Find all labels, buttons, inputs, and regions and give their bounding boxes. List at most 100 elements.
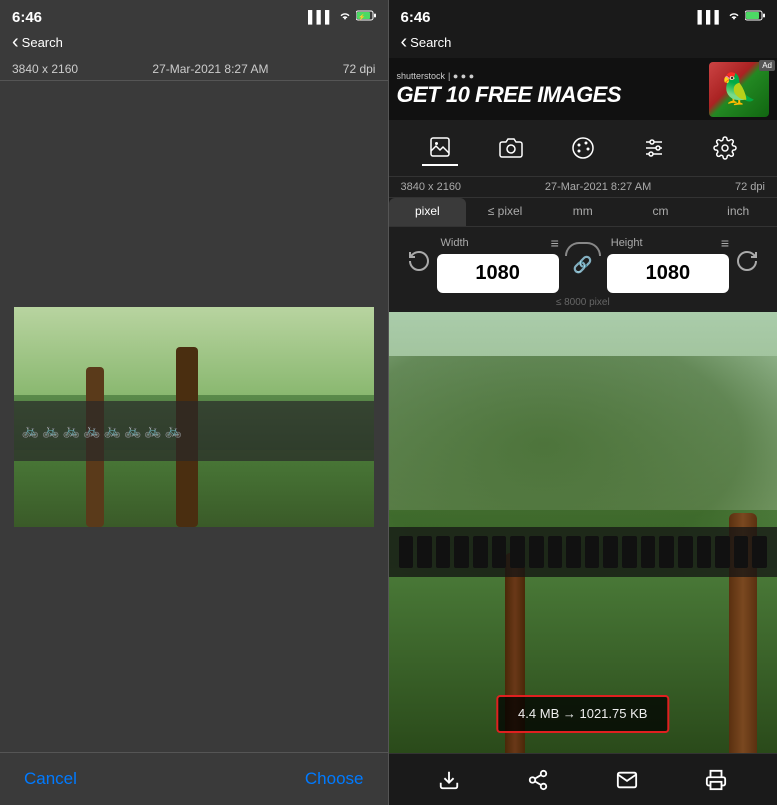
cancel-button[interactable]: Cancel — [24, 769, 77, 789]
ad-badge: Ad — [759, 60, 775, 71]
sliders-tool-button[interactable] — [636, 130, 672, 166]
tab-inch[interactable]: inch — [699, 198, 777, 226]
right-wifi-icon — [727, 10, 741, 24]
right-back-label: Search — [410, 35, 451, 50]
ad-headline-post: IMAGES — [532, 82, 621, 107]
left-image-area: 🚲 🚲 🚲 🚲 🚲 🚲 🚲 🚲 — [0, 81, 388, 752]
fence-item-5 — [473, 536, 488, 568]
signal-icon: ▌▌▌ — [308, 10, 334, 24]
max-pixel-label: ≤ 8000 pixel — [405, 297, 762, 308]
download-button[interactable] — [438, 769, 460, 791]
bike2: 🚲 — [42, 422, 59, 439]
fence-item-16 — [678, 536, 693, 568]
right-date: 27-Mar-2021 8:27 AM — [545, 181, 651, 193]
ad-text: shutterstock | ● ● ● GET 10 FREE IMAGES — [397, 71, 710, 107]
tab-mm[interactable]: mm — [544, 198, 622, 226]
size-arrow: → — [563, 706, 580, 721]
left-resolution: 3840 x 2160 — [12, 62, 78, 76]
right-metadata-bar: 3840 x 2160 27-Mar-2021 8:27 AM 72 dpi — [389, 177, 777, 198]
palette-tool-button[interactable] — [565, 130, 601, 166]
ad-brand-name: shutterstock — [397, 71, 446, 81]
right-back-button[interactable]: Search — [401, 32, 452, 52]
tab-pixel[interactable]: pixel — [389, 198, 467, 226]
height-input[interactable] — [607, 254, 729, 293]
fence-item-12 — [603, 536, 618, 568]
left-status-icons: ▌▌▌ ⚡ — [308, 10, 376, 24]
choose-button[interactable]: Choose — [305, 769, 364, 789]
bike3: 🚲 — [63, 422, 80, 439]
right-time: 6:46 — [401, 9, 431, 26]
email-button[interactable] — [616, 769, 638, 791]
left-time: 6:46 — [12, 9, 42, 26]
camera-tool-button[interactable] — [493, 130, 529, 166]
battery-icon: ⚡ — [356, 10, 376, 24]
bottom-actions-bar — [389, 753, 777, 805]
fence-item-14 — [641, 536, 656, 568]
right-nav-bar: Search — [389, 30, 777, 58]
fence-item-10 — [566, 536, 581, 568]
original-size: 4.4 MB — [518, 706, 559, 721]
right-dpi: 72 dpi — [735, 181, 765, 193]
tab-le-pixel[interactable]: ≤ pixel — [466, 198, 544, 226]
width-input[interactable] — [437, 254, 559, 293]
left-metadata-bar: 3840 x 2160 27-Mar-2021 8:27 AM 72 dpi — [0, 58, 388, 81]
left-panel: 6:46 ▌▌▌ ⚡ Search 3840 x 2 — [0, 0, 388, 805]
fence-item-9 — [548, 536, 563, 568]
scene-left: 🚲 🚲 🚲 🚲 🚲 🚲 🚲 🚲 — [14, 307, 374, 527]
right-status-bar: 6:46 ▌▌▌ — [389, 0, 777, 30]
ad-headline: GET 10 FREE IMAGES — [397, 83, 710, 107]
file-size-text: 4.4 MB → 1021.75 KB — [518, 706, 647, 721]
fence-item-7 — [510, 536, 525, 568]
right-battery-icon — [745, 10, 765, 24]
compressed-size: 1021.75 KB — [579, 706, 647, 721]
left-nav-bar: Search — [0, 30, 388, 58]
fence-item-1 — [399, 536, 414, 568]
fence-left: 🚲 🚲 🚲 🚲 🚲 🚲 🚲 🚲 — [14, 401, 374, 461]
print-button[interactable] — [705, 769, 727, 791]
fence-item-18 — [715, 536, 730, 568]
left-status-bar: 6:46 ▌▌▌ ⚡ — [0, 0, 388, 30]
ad-headline-pre: GET — [397, 82, 446, 107]
link-connector: 🔗 — [563, 242, 603, 275]
bike6: 🚲 — [124, 422, 141, 439]
fence-item-15 — [659, 536, 674, 568]
resize-controls: Width ≡ 🔗 Height ≡ — [389, 227, 777, 312]
scene-right — [389, 312, 777, 753]
settings-tool-button[interactable] — [707, 130, 743, 166]
ad-banner[interactable]: shutterstock | ● ● ● GET 10 FREE IMAGES … — [389, 58, 777, 120]
rotate-left-button[interactable] — [405, 249, 433, 279]
right-resolution: 3840 x 2160 — [401, 181, 462, 193]
image-tool-button[interactable] — [422, 130, 458, 166]
right-image-preview: 4.4 MB → 1021.75 KB — [389, 312, 777, 753]
svg-text:⚡: ⚡ — [358, 13, 365, 21]
left-bottom-bar: Cancel Choose — [0, 752, 388, 805]
bike5: 🚲 — [104, 422, 121, 439]
wifi-icon — [338, 10, 352, 24]
fence-item-6 — [492, 536, 507, 568]
fence-item-11 — [585, 536, 600, 568]
fence-item-19 — [734, 536, 749, 568]
left-back-button[interactable]: Search — [12, 32, 63, 52]
hamburger-width: ≡ — [551, 235, 559, 251]
left-dpi: 72 dpi — [343, 62, 376, 76]
toolbar — [389, 120, 777, 177]
chain-link-icon: 🔗 — [573, 255, 593, 275]
fence-right — [389, 527, 777, 577]
fence-item-3 — [436, 536, 451, 568]
tab-cm[interactable]: cm — [622, 198, 700, 226]
left-image: 🚲 🚲 🚲 🚲 🚲 🚲 🚲 🚲 — [14, 307, 374, 527]
right-signal-icon: ▌▌▌ — [697, 10, 723, 24]
bike7: 🚲 — [144, 422, 161, 439]
fence-item-4 — [454, 536, 469, 568]
ad-brand: shutterstock | ● ● ● — [397, 71, 710, 81]
share-button[interactable] — [527, 769, 549, 791]
width-label: Width — [437, 237, 469, 249]
left-back-label: Search — [22, 35, 63, 50]
bike8: 🚲 — [165, 422, 182, 439]
unit-tabs: pixel ≤ pixel mm cm inch — [389, 198, 777, 227]
fence-item-8 — [529, 536, 544, 568]
ad-headline-num: 10 — [446, 82, 469, 107]
rotate-right-button[interactable] — [733, 249, 761, 279]
fence-item-20 — [752, 536, 767, 568]
ad-headline-mid: FREE — [469, 82, 531, 107]
